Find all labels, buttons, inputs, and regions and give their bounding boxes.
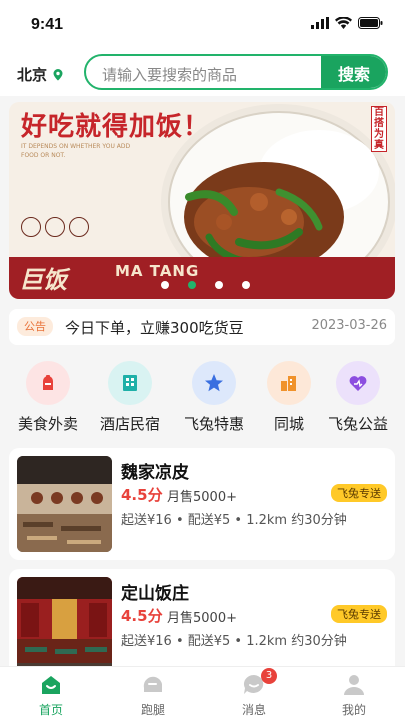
- shop-sales: 月售5000+: [167, 490, 237, 505]
- banner-dot[interactable]: [188, 281, 196, 289]
- banner-strip-logo: 巨饭: [19, 266, 67, 294]
- shop-rating: 4.5分: [121, 486, 163, 504]
- category-same-city[interactable]: 同城: [249, 361, 329, 434]
- shop-rating: 4.5分: [121, 607, 163, 625]
- category-grid: 美食外卖 酒店民宿 飞兔特惠 同城 飞兔公益: [0, 355, 405, 437]
- signal-icon: [311, 17, 329, 29]
- shop-card[interactable]: 魏家凉皮 4.5分 月售5000+ 飞兔专送 起送¥16 • 配送¥5 • 1.…: [9, 448, 395, 560]
- category-label: 同城: [273, 415, 304, 433]
- banner-emblems: [21, 217, 89, 237]
- hotel-icon: [108, 361, 152, 405]
- promo-banner[interactable]: 好吃就得加饭！ IT DEPENDS ON WHETHER YOU ADD FO…: [9, 102, 395, 299]
- shop-name: 魏家凉皮: [121, 463, 189, 483]
- banner-pagination[interactable]: [161, 281, 250, 289]
- search-box[interactable]: 请输入要搜索的商品 搜索: [84, 54, 388, 90]
- banner-strip-brand: MA TANG: [115, 262, 200, 280]
- city-building-icon: [267, 361, 311, 405]
- profile-icon: [341, 672, 367, 698]
- tab-label: 首页: [38, 703, 63, 717]
- header: 北京 请输入要搜索的商品 搜索: [0, 50, 405, 96]
- tab-profile[interactable]: 我的: [319, 672, 389, 718]
- category-label: 酒店民宿: [99, 415, 160, 433]
- category-charity[interactable]: 飞兔公益: [318, 361, 398, 434]
- tab-label: 我的: [341, 703, 366, 717]
- status-time: 9:41: [31, 16, 64, 33]
- shop-card[interactable]: 定山饭庄 4.5分 月售5000+ 飞兔专送 起送¥16 • 配送¥5 • 1.…: [9, 569, 395, 681]
- category-label: 飞兔特惠: [183, 415, 244, 433]
- category-hotel[interactable]: 酒店民宿: [90, 361, 170, 434]
- shop-sales: 月售5000+: [167, 611, 237, 626]
- banner-title: 好吃就得加饭！: [21, 112, 211, 142]
- tab-label: 跑腿: [140, 703, 165, 717]
- banner-subtitle: IT DEPENDS ON WHETHER YOU ADD FOOD OR NO…: [21, 143, 131, 159]
- star-deal-icon: [192, 361, 236, 405]
- notice-text: 今日下单，立赚300吃货豆: [65, 319, 244, 337]
- status-bar: 9:41: [0, 0, 405, 50]
- tab-home[interactable]: 首页: [16, 672, 86, 718]
- status-icons: [311, 17, 383, 29]
- tab-errand[interactable]: 跑腿: [118, 672, 188, 718]
- tab-messages[interactable]: 3 消息: [219, 668, 289, 718]
- message-icon: 3: [241, 668, 277, 698]
- delivery-tag: 飞兔专送: [331, 484, 387, 502]
- home-icon: [38, 672, 64, 698]
- city-selector[interactable]: 北京: [17, 64, 65, 85]
- category-special-deal[interactable]: 飞兔特惠: [174, 361, 254, 434]
- category-label: 飞兔公益: [327, 415, 388, 433]
- notice-date: 2023-03-26: [311, 318, 387, 333]
- banner-dot[interactable]: [242, 281, 250, 289]
- shop-image: [17, 577, 112, 673]
- search-input[interactable]: 请输入要搜索的商品: [102, 64, 237, 85]
- notice-tag: 公告: [17, 317, 53, 336]
- banner-badge: 百搭为真: [371, 106, 387, 152]
- banner-dot[interactable]: [161, 281, 169, 289]
- banner-dot[interactable]: [215, 281, 223, 289]
- bottom-tab-bar: 首页 跑腿 3 消息 我的: [0, 666, 405, 720]
- food-delivery-icon: [26, 361, 70, 405]
- wifi-icon: [335, 17, 352, 29]
- delivery-tag: 飞兔专送: [331, 605, 387, 623]
- shop-delivery-info: 起送¥16 • 配送¥5 • 1.2km 约30分钟: [121, 634, 347, 649]
- location-pin-icon: [53, 68, 63, 80]
- search-button[interactable]: 搜索: [321, 56, 386, 88]
- category-food-delivery[interactable]: 美食外卖: [8, 361, 88, 434]
- category-label: 美食外卖: [17, 415, 78, 433]
- shop-delivery-info: 起送¥16 • 配送¥5 • 1.2km 约30分钟: [121, 513, 347, 528]
- shop-image: [17, 456, 112, 552]
- tab-label: 消息: [241, 703, 266, 717]
- charity-heart-icon: [336, 361, 380, 405]
- city-label: 北京: [17, 66, 48, 84]
- message-badge: 3: [261, 668, 277, 684]
- errand-icon: [140, 672, 166, 698]
- battery-icon: [358, 17, 383, 29]
- shop-name: 定山饭庄: [121, 584, 189, 604]
- notice-bar[interactable]: 公告 今日下单，立赚300吃货豆 2023-03-26: [9, 309, 395, 345]
